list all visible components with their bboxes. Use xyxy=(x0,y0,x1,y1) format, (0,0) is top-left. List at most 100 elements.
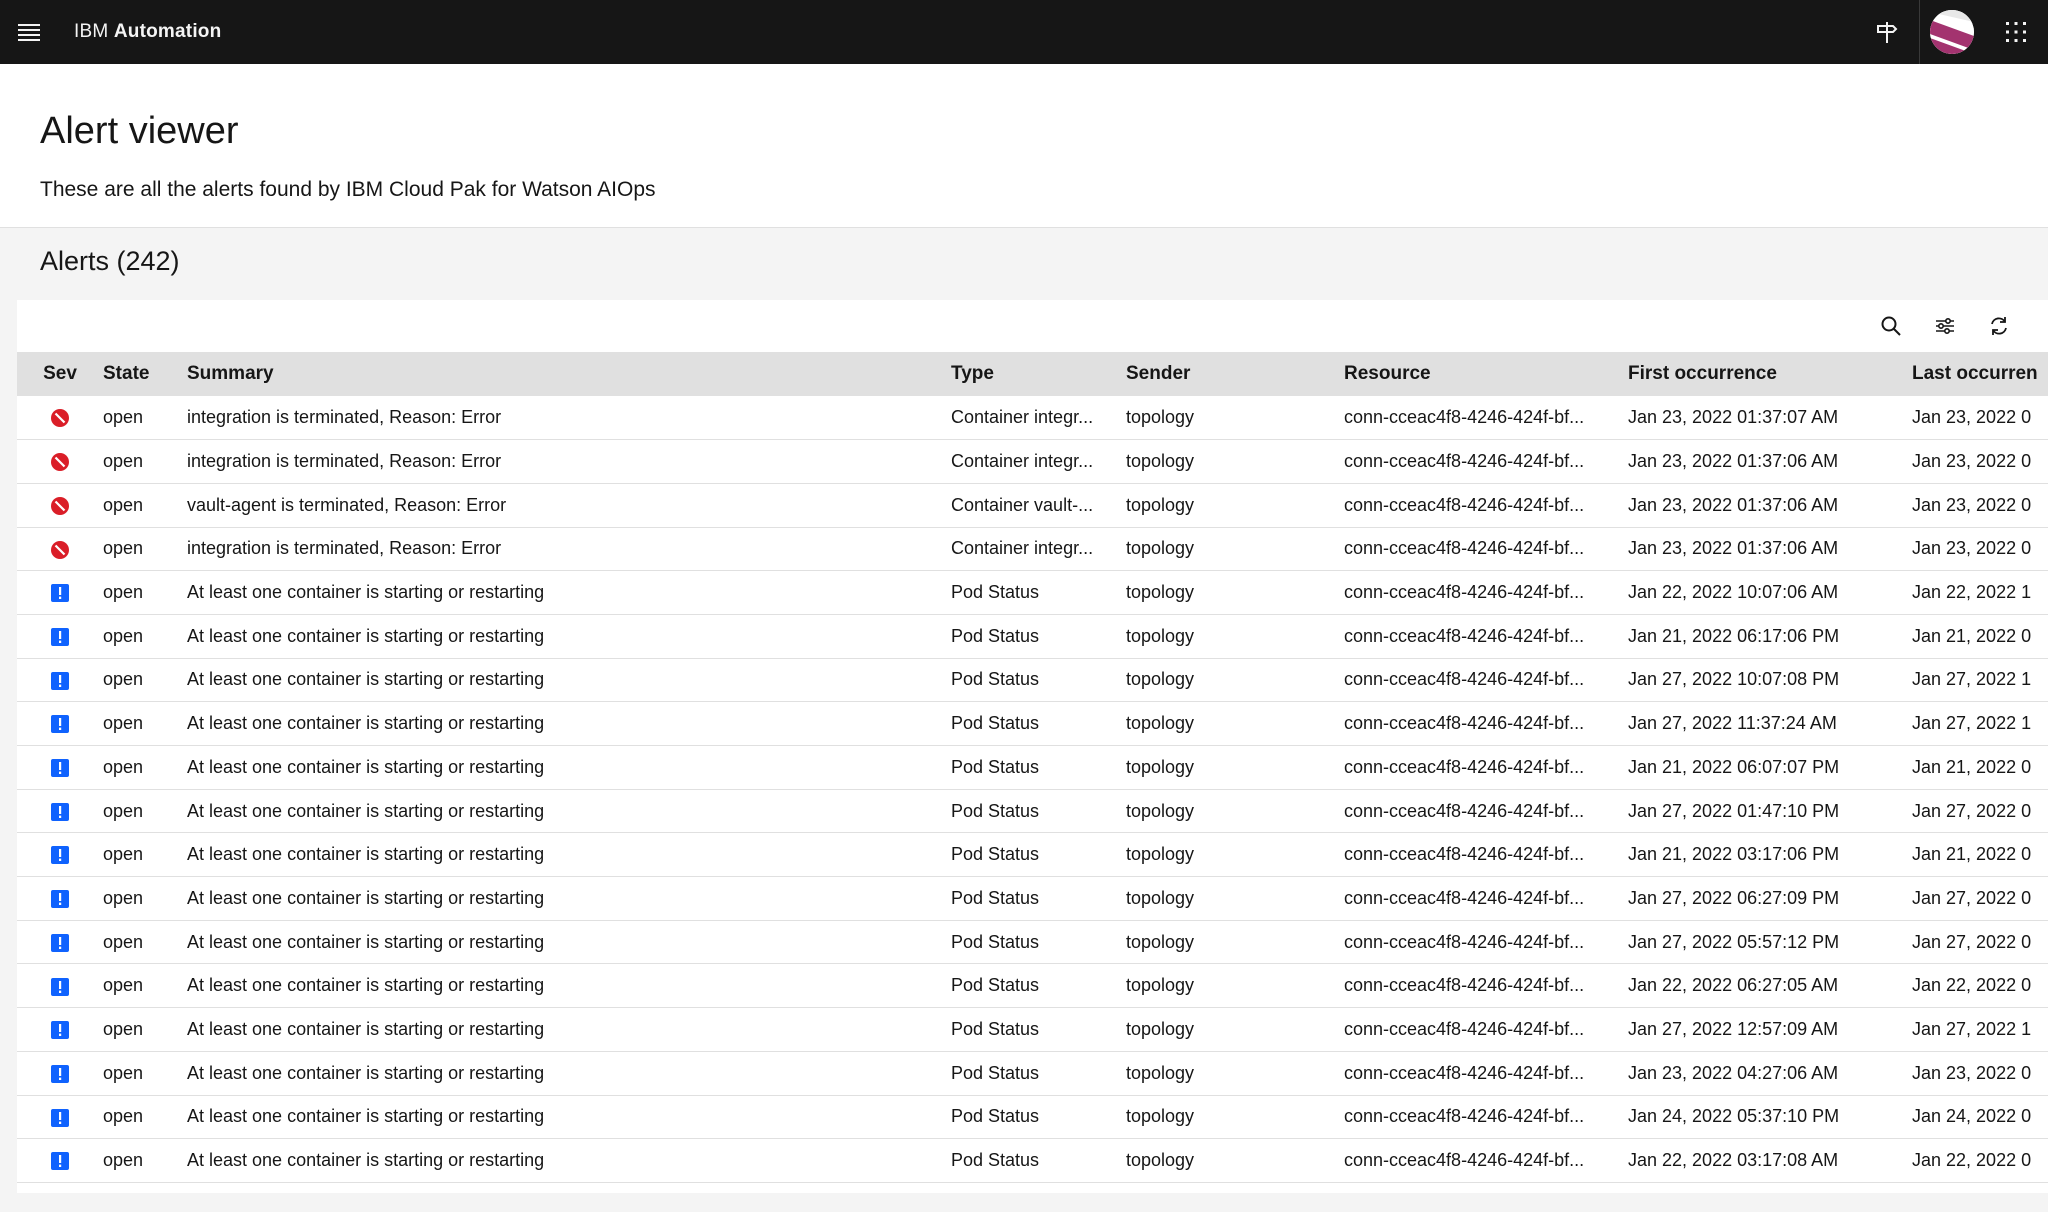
table-row[interactable]: open At least one container is starting o… xyxy=(17,964,2048,1008)
summary-cell: At least one container is starting or re… xyxy=(187,669,545,690)
table-row[interactable]: open At least one container is starting o… xyxy=(17,1139,2048,1183)
resource-cell: conn-cceac4f8-4246-424f-bf... xyxy=(1344,1062,1585,1083)
warning-square-icon xyxy=(51,582,69,603)
last-occurrence-cell: Jan 27, 2022 0 xyxy=(1912,887,2032,908)
resource-cell: conn-cceac4f8-4246-424f-bf... xyxy=(1344,756,1585,777)
table-row[interactable]: open vault-agent is terminated, Reason: E… xyxy=(17,483,2048,528)
type-cell: Pod Status xyxy=(951,669,1040,690)
sender-cell: topology xyxy=(1126,625,1195,646)
sender-cell: topology xyxy=(1126,1018,1195,1039)
table-row[interactable]: open At least one container is starting o… xyxy=(17,658,2048,702)
last-occurrence-cell: Jan 23, 2022 0 xyxy=(1912,494,2032,515)
first-occurrence-cell: Jan 23, 2022 01:37:06 AM xyxy=(1628,538,1839,559)
state-cell: open xyxy=(103,494,144,515)
table-row[interactable]: open At least one container is starting o… xyxy=(17,702,2048,746)
column-header-last-occurrence[interactable]: Last occurren xyxy=(1896,352,2048,396)
resource-cell: conn-cceac4f8-4246-424f-bf... xyxy=(1344,887,1585,908)
page-subtitle: These are all the alerts found by IBM Cl… xyxy=(40,178,656,201)
resource-cell: conn-cceac4f8-4246-424f-bf... xyxy=(1344,582,1585,603)
sender-cell: topology xyxy=(1126,451,1195,472)
sev-cell xyxy=(17,702,103,746)
column-header-first-occurrence[interactable]: First occurrence xyxy=(1612,352,1896,396)
resource-cell: conn-cceac4f8-4246-424f-bf... xyxy=(1344,538,1585,559)
sev-cell xyxy=(17,396,103,440)
last-occurrence-cell: Jan 21, 2022 0 xyxy=(1912,625,2032,646)
last-occurrence-cell: Jan 22, 2022 0 xyxy=(1912,1150,2032,1171)
sender-cell: topology xyxy=(1126,975,1195,996)
first-occurrence-cell: Jan 27, 2022 05:57:12 PM xyxy=(1628,931,1840,952)
first-occurrence-cell: Jan 21, 2022 06:17:06 PM xyxy=(1628,625,1840,646)
table-row[interactable]: open integration is terminated, Reason: E… xyxy=(17,396,2048,440)
type-cell: Pod Status xyxy=(951,756,1040,777)
product-name[interactable]: IBM Automation xyxy=(74,21,221,43)
resource-cell: conn-cceac4f8-4246-424f-bf... xyxy=(1344,407,1585,428)
table-row[interactable]: open integration is terminated, Reason: E… xyxy=(17,527,2048,571)
sev-cell xyxy=(17,920,103,964)
table-row[interactable]: open integration is terminated, Reason: E… xyxy=(17,440,2048,484)
column-header-sender[interactable]: Sender xyxy=(1110,352,1328,396)
state-cell: open xyxy=(103,931,144,952)
summary-cell: integration is terminated, Reason: Error xyxy=(187,451,502,472)
table-row[interactable]: open At least one container is starting o… xyxy=(17,1008,2048,1052)
table-header-row: Sev State Summary Type Sender Resource F… xyxy=(17,352,2048,396)
resource-cell: conn-cceac4f8-4246-424f-bf... xyxy=(1344,1018,1585,1039)
warning-square-icon xyxy=(51,888,69,909)
column-header-sev[interactable]: Sev xyxy=(17,352,103,396)
last-occurrence-cell: Jan 23, 2022 0 xyxy=(1912,1062,2032,1083)
sev-cell xyxy=(17,440,103,484)
table-row[interactable]: open At least one container is starting o… xyxy=(17,833,2048,877)
column-header-resource[interactable]: Resource xyxy=(1328,352,1612,396)
signpost-icon[interactable] xyxy=(1855,0,1919,64)
table-row[interactable]: open At least one container is starting o… xyxy=(17,920,2048,964)
sender-cell: topology xyxy=(1126,538,1195,559)
table-row[interactable]: open At least one container is starting o… xyxy=(17,746,2048,790)
hamburger-menu-icon[interactable] xyxy=(0,0,58,64)
alerts-table-container: Sev State Summary Type Sender Resource F… xyxy=(17,300,2048,1193)
table-row[interactable]: open At least one container is starting o… xyxy=(17,1051,2048,1095)
last-occurrence-cell: Jan 23, 2022 0 xyxy=(1912,538,2032,559)
type-cell: Pod Status xyxy=(951,713,1040,734)
first-occurrence-cell: Jan 22, 2022 10:07:06 AM xyxy=(1628,582,1839,603)
app-switcher-icon[interactable] xyxy=(1984,0,2048,64)
avatar[interactable] xyxy=(1920,0,1984,64)
resource-cell: conn-cceac4f8-4246-424f-bf... xyxy=(1344,800,1585,821)
summary-cell: At least one container is starting or re… xyxy=(187,1062,545,1083)
column-header-summary[interactable]: Summary xyxy=(171,352,935,396)
warning-square-icon xyxy=(51,757,69,778)
type-cell: Container vault-... xyxy=(951,494,1094,515)
summary-cell: At least one container is starting or re… xyxy=(187,931,545,952)
table-row[interactable]: open At least one container is starting o… xyxy=(17,571,2048,615)
type-cell: Pod Status xyxy=(951,1106,1040,1127)
critical-circle-icon xyxy=(50,451,70,472)
settings-adjust-icon[interactable] xyxy=(1919,300,1971,352)
refresh-icon[interactable] xyxy=(1973,300,2025,352)
search-icon[interactable] xyxy=(1865,300,1917,352)
type-cell: Container integr... xyxy=(951,407,1094,428)
column-header-state[interactable]: State xyxy=(103,352,171,396)
page-header: Alert viewer These are all the alerts fo… xyxy=(0,64,2048,228)
sender-cell: topology xyxy=(1126,713,1195,734)
sender-cell: topology xyxy=(1126,582,1195,603)
last-occurrence-cell: Jan 27, 2022 1 xyxy=(1912,669,2032,690)
critical-circle-icon xyxy=(50,495,70,515)
table-row[interactable]: open At least one container is starting o… xyxy=(17,1095,2048,1139)
type-cell: Pod Status xyxy=(951,582,1040,603)
sev-cell xyxy=(17,571,103,615)
sender-cell: topology xyxy=(1126,800,1195,821)
warning-square-icon xyxy=(51,1150,69,1171)
type-cell: Pod Status xyxy=(951,1150,1040,1171)
column-header-type[interactable]: Type xyxy=(935,352,1110,396)
last-occurrence-cell: Jan 27, 2022 1 xyxy=(1912,1018,2032,1039)
state-cell: open xyxy=(103,975,144,996)
summary-cell: At least one container is starting or re… xyxy=(187,844,545,865)
sev-cell xyxy=(17,483,103,527)
last-occurrence-cell: Jan 22, 2022 0 xyxy=(1912,975,2032,996)
warning-square-icon xyxy=(51,975,69,996)
table-row[interactable]: open At least one container is starting o… xyxy=(17,877,2048,921)
table-row[interactable]: open At least one container is starting o… xyxy=(17,789,2048,833)
table-row[interactable]: open At least one container is starting o… xyxy=(17,614,2048,659)
resource-cell: conn-cceac4f8-4246-424f-bf... xyxy=(1344,713,1585,734)
product-prefix: IBM xyxy=(74,21,109,42)
summary-cell: At least one container is starting or re… xyxy=(187,713,545,734)
type-cell: Pod Status xyxy=(951,975,1040,996)
